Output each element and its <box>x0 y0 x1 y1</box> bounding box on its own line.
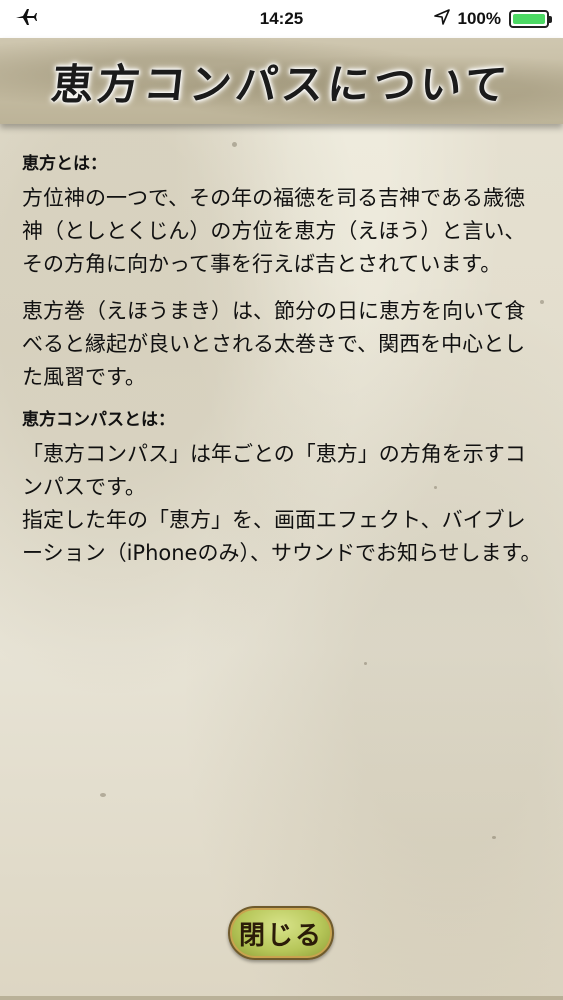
battery-icon <box>509 10 552 28</box>
app-screen: 14:25 100% 恵方コンパスについて 恵方とは： 方位神の一つで、その年の… <box>0 0 563 1000</box>
status-right: 100% <box>433 8 552 30</box>
airplane-icon <box>14 7 38 32</box>
section-paragraph-ehomaki: 恵方巻（えほうまき）は、節分の日に恵方を向いて食べると縁起が良いとされる太巻きで… <box>22 299 526 389</box>
paper-speck <box>232 142 237 147</box>
battery-fill <box>513 14 545 24</box>
about-content: 恵方とは： 方位神の一つで、その年の福徳を司る吉神である歳徳神（としとくじん）の… <box>22 152 544 570</box>
close-button[interactable]: 閉じる <box>228 906 334 960</box>
section-paragraph-compass-description: 「恵方コンパス」は年ごとの「恵方」の方角を示すコンパスです。 <box>22 442 526 499</box>
page-title: 恵方コンパスについて <box>49 59 514 109</box>
section-heading-eho: 恵方とは： <box>22 154 107 174</box>
status-left <box>14 7 38 32</box>
status-bar: 14:25 100% <box>0 0 563 38</box>
paper-speck <box>364 662 367 665</box>
section-heading-eho-compass: 恵方コンパスとは： <box>22 410 175 430</box>
header-banner: 恵方コンパスについて <box>0 38 563 124</box>
battery-percent: 100% <box>457 9 501 28</box>
bottom-edge <box>0 996 563 1000</box>
section-paragraph-compass-features: 指定した年の「恵方」を、画面エフェクト、バイブレーション（iPhoneのみ）、サ… <box>22 508 542 565</box>
paper-speck <box>100 793 106 797</box>
paper-speck <box>492 836 496 839</box>
location-arrow-icon <box>433 8 450 30</box>
section-paragraph-eho-definition: 方位神の一つで、その年の福徳を司る吉神である歳徳神（としとくじん）の方位を恵方（… <box>22 186 526 276</box>
